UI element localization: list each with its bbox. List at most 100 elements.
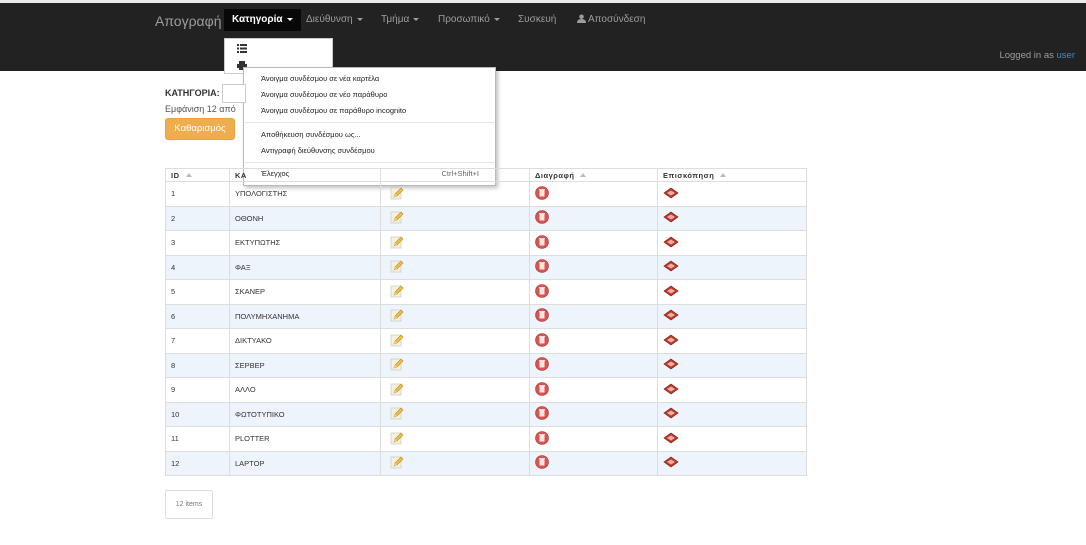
list-icon[interactable] <box>237 44 247 53</box>
view-book-icon[interactable] <box>663 285 679 299</box>
nav-item-personnel[interactable]: Προσωπικό <box>438 14 500 25</box>
column-header-edit[interactable] <box>380 168 530 182</box>
cell-id: 8 <box>165 352 230 378</box>
pencil-icon[interactable] <box>390 210 404 226</box>
view-book-icon[interactable] <box>663 456 679 470</box>
delete-icon[interactable] <box>535 210 549 226</box>
cell-category-name: ΟΘΟΝΗ <box>229 205 381 231</box>
view-book-icon[interactable] <box>663 432 679 446</box>
cell-category-name: LAPTOP <box>229 450 381 476</box>
delete-icon[interactable] <box>535 283 549 300</box>
delete-icon[interactable] <box>535 234 549 251</box>
view-book-icon[interactable] <box>663 211 679 225</box>
cell-delete <box>529 230 658 256</box>
cell-delete <box>529 254 658 280</box>
view-book-icon[interactable] <box>663 407 679 421</box>
cell-category-name: ΣΕΡΒΕΡ <box>229 352 381 378</box>
view-book-icon[interactable] <box>663 187 679 201</box>
pencil-icon[interactable] <box>390 333 404 349</box>
delete-icon[interactable] <box>535 357 549 373</box>
cell-category-name: ΑΛΛΟ <box>229 377 381 403</box>
cell-view <box>657 377 807 403</box>
ctx-copy-link-address[interactable]: Αντιγραφή διεύθυνσης συνδέσμου <box>261 146 375 155</box>
cell-category-name: ΦΩΤΟΤΥΠΙΚΟ <box>229 401 381 427</box>
pager-item-count: 12 items <box>165 490 213 519</box>
sort-icon <box>720 172 727 177</box>
view-book-icon[interactable] <box>663 260 679 274</box>
pencil-icon[interactable] <box>390 284 404 300</box>
ctx-save-link-as[interactable]: Αποθήκευση συνδέσμου ως... <box>261 130 361 139</box>
cell-delete <box>529 279 658 305</box>
table-row: 8 ΣΕΡΒΕΡ <box>165 352 807 378</box>
clear-button[interactable]: Καθαρισμός <box>165 118 235 140</box>
pencil-icon[interactable] <box>390 382 404 398</box>
nav-item-directorate[interactable]: Διεύθυνση <box>306 14 363 25</box>
category-filter-input[interactable] <box>222 84 246 103</box>
ctx-open-new-tab[interactable]: Άνοιγμα συνδέσμου σε νέα καρτέλα <box>261 74 379 83</box>
nav-item-department[interactable]: Τμήμα <box>381 14 420 25</box>
cell-edit <box>380 401 530 427</box>
delete-icon[interactable] <box>535 430 549 447</box>
ctx-separator <box>245 122 494 123</box>
column-header-id[interactable]: ID <box>165 168 230 182</box>
nav-item-device[interactable]: Συσκευή <box>518 14 556 25</box>
nav-item-category[interactable]: Κατηγορία <box>224 9 301 31</box>
cell-category-name: ΣΚΑΝΕΡ <box>229 279 381 305</box>
cell-delete <box>529 352 658 378</box>
nav-item-logout[interactable]: Αποσύνδεση <box>577 14 645 25</box>
table-row: 5 ΣΚΑΝΕΡ <box>165 279 807 305</box>
cell-id: 6 <box>165 303 230 329</box>
sort-icon <box>580 172 587 177</box>
table-row: 3 ΕΚΤΥΠΩΤΗΣ <box>165 230 807 256</box>
cell-id: 11 <box>165 426 230 452</box>
pencil-icon[interactable] <box>390 259 404 275</box>
view-book-icon[interactable] <box>663 309 679 323</box>
pencil-icon[interactable] <box>390 308 404 324</box>
ctx-open-new-window[interactable]: Άνοιγμα συνδέσμου σε νέο παράθυρο <box>261 90 387 99</box>
table-row: 7 ΔΙΚΤΥΑΚΟ <box>165 328 807 354</box>
view-book-icon[interactable] <box>663 236 679 250</box>
view-book-icon[interactable] <box>663 334 679 348</box>
cell-view <box>657 328 807 354</box>
categories-table: ID ΚΑ Διαγραφή Επισκόπηση 1 ΥΠΟΛΟΓΙΣΤΗΣ 2 Ο… <box>165 168 807 476</box>
cell-category-name: ΠΟΛΥΜΗΧΑΝΗΜΑ <box>229 303 381 329</box>
cell-category-name: ΦΑΞ <box>229 254 381 280</box>
table-row: 4 ΦΑΞ <box>165 254 807 280</box>
view-book-icon[interactable] <box>663 358 679 372</box>
view-book-icon[interactable] <box>663 383 679 397</box>
caret-down-icon <box>413 17 420 21</box>
pencil-icon[interactable] <box>390 431 404 447</box>
navbar: Απογραφή Κατηγορία Διεύθυνση Τμήμα Προσω… <box>0 3 1086 71</box>
pencil-icon[interactable] <box>390 186 404 202</box>
cell-view <box>657 181 807 207</box>
delete-icon[interactable] <box>535 332 549 349</box>
delete-icon[interactable] <box>535 455 549 471</box>
delete-icon[interactable] <box>535 308 549 324</box>
cell-id: 4 <box>165 254 230 280</box>
cell-id: 9 <box>165 377 230 403</box>
username-link[interactable]: user <box>1057 50 1075 61</box>
delete-icon[interactable] <box>535 381 549 398</box>
pencil-icon[interactable] <box>390 406 404 422</box>
pencil-icon[interactable] <box>390 455 404 471</box>
brand-link[interactable]: Απογραφή <box>155 13 222 29</box>
cell-delete <box>529 377 658 403</box>
column-header-category[interactable]: ΚΑ <box>229 168 381 182</box>
cell-view <box>657 279 807 305</box>
cell-edit <box>380 426 530 452</box>
column-header-view[interactable]: Επισκόπηση <box>657 168 807 182</box>
table-row: 11 PLOTTER <box>165 426 807 452</box>
ctx-open-incognito[interactable]: Άνοιγμα συνδέσμου σε παράθυρο incognito <box>261 106 406 115</box>
delete-icon[interactable] <box>535 259 549 275</box>
column-header-delete[interactable]: Διαγραφή <box>529 168 658 182</box>
delete-icon[interactable] <box>535 185 549 202</box>
cell-delete <box>529 450 658 476</box>
pencil-icon[interactable] <box>390 357 404 373</box>
cell-edit <box>380 303 530 329</box>
pencil-icon[interactable] <box>390 235 404 251</box>
cell-edit <box>380 377 530 403</box>
logged-in-status: Logged in as user <box>999 50 1075 61</box>
delete-icon[interactable] <box>535 406 549 422</box>
table-row: 9 ΑΛΛΟ <box>165 377 807 403</box>
cell-category-name: ΔΙΚΤΥΑΚΟ <box>229 328 381 354</box>
